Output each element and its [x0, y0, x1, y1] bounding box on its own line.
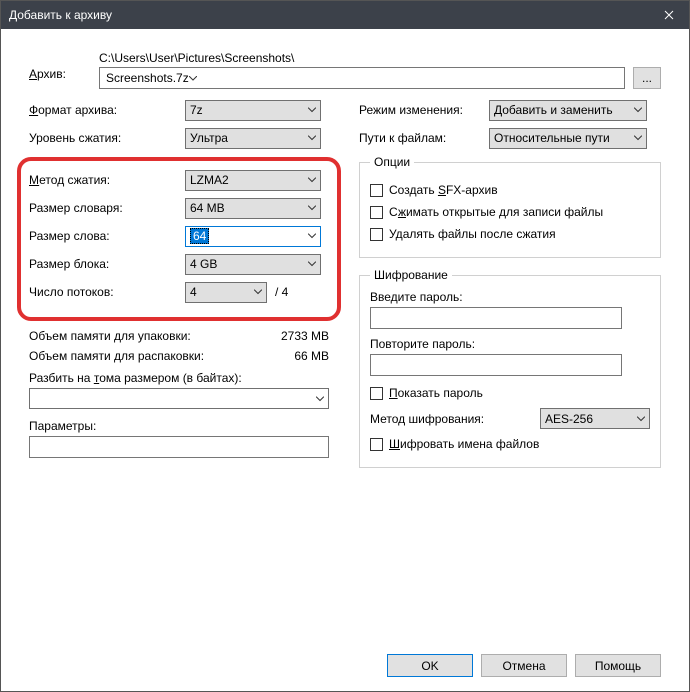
- enc-method-label: Метод шифрования:: [370, 412, 530, 426]
- help-button[interactable]: Помощь: [575, 654, 661, 677]
- left-column: Формат архива: 7z Уровень сжатия: Ультра: [29, 99, 329, 478]
- mem-unpack-value: 66 MB: [294, 349, 329, 363]
- archive-filename: Screenshots.7z: [106, 71, 189, 85]
- level-label: Уровень сжатия:: [29, 131, 185, 145]
- mode-label: Режим изменения:: [359, 103, 489, 117]
- chevron-down-icon: [634, 108, 642, 113]
- encrypt-names-checkbox[interactable]: [370, 438, 383, 451]
- format-label: Формат архива:: [29, 103, 185, 117]
- options-legend: Опции: [370, 155, 414, 169]
- chevron-down-icon: [308, 234, 316, 239]
- encryption-legend: Шифрование: [370, 268, 452, 282]
- dialog-window: Добавить к архиву Архив: C:\Users\User\P…: [0, 0, 690, 692]
- pw2-label: Повторите пароль:: [370, 337, 650, 351]
- options-fieldset: Опции Создать SFX-архив Сжимать открытые…: [359, 155, 661, 258]
- dialog-content: Архив: C:\Users\User\Pictures\Screenshot…: [1, 29, 689, 691]
- format-combo[interactable]: 7z: [185, 100, 321, 121]
- params-input[interactable]: [29, 436, 329, 458]
- mem-pack-value: 2733 MB: [281, 329, 329, 343]
- method-label: Метод сжатия:: [29, 173, 185, 187]
- chevron-down-icon: [189, 76, 197, 81]
- chevron-down-icon: [316, 396, 324, 401]
- chevron-down-icon: [308, 262, 316, 267]
- password-confirm-input[interactable]: [370, 354, 622, 376]
- block-label: Размер блока:: [29, 257, 185, 271]
- archive-filename-combo[interactable]: Screenshots.7z: [99, 67, 625, 89]
- chevron-down-icon: [634, 136, 642, 141]
- chevron-down-icon: [308, 206, 316, 211]
- browse-button[interactable]: ...: [633, 67, 661, 89]
- level-combo[interactable]: Ультра: [185, 128, 321, 149]
- close-icon: [664, 10, 674, 20]
- word-combo[interactable]: 64: [185, 226, 321, 247]
- threads-combo[interactable]: 4: [185, 282, 267, 303]
- password-input[interactable]: [370, 307, 622, 329]
- ok-button[interactable]: OK: [387, 654, 473, 677]
- enc-method-combo[interactable]: AES-256: [540, 408, 650, 429]
- chevron-down-icon: [254, 290, 262, 295]
- paths-combo[interactable]: Относительные пути: [489, 128, 647, 149]
- mode-combo[interactable]: Добавить и заменить: [489, 100, 647, 121]
- archive-label: Архив:: [29, 51, 91, 81]
- highlight-box: Метод сжатия: LZMA2 Размер словаря: 64 M…: [17, 157, 341, 321]
- encryption-fieldset: Шифрование Введите пароль: Повторите пар…: [359, 268, 661, 468]
- dict-label: Размер словаря:: [29, 201, 185, 215]
- chevron-down-icon: [308, 108, 316, 113]
- delete-checkbox[interactable]: [370, 228, 383, 241]
- close-button[interactable]: [649, 1, 689, 29]
- split-label: Разбить на тома размером (в байтах):: [29, 371, 329, 385]
- paths-label: Пути к файлам:: [359, 131, 489, 145]
- word-label: Размер слова:: [29, 229, 185, 243]
- dict-combo[interactable]: 64 MB: [185, 198, 321, 219]
- sfx-label: Создать SFX-архив: [389, 183, 498, 197]
- method-combo[interactable]: LZMA2: [185, 170, 321, 191]
- archive-path: C:\Users\User\Pictures\Screenshots\: [99, 51, 625, 65]
- delete-label: Удалять файлы после сжатия: [389, 227, 556, 241]
- titlebar: Добавить к архиву: [1, 1, 689, 29]
- pw-label: Введите пароль:: [370, 290, 650, 304]
- button-bar: OK Отмена Помощь: [387, 654, 661, 677]
- sfx-checkbox[interactable]: [370, 184, 383, 197]
- right-column: Режим изменения: Добавить и заменить Пут…: [359, 99, 661, 478]
- threads-label: Число потоков:: [29, 285, 185, 299]
- cancel-button[interactable]: Отмена: [481, 654, 567, 677]
- chevron-down-icon: [308, 178, 316, 183]
- mem-unpack-label: Объем памяти для распаковки:: [29, 349, 204, 363]
- shared-checkbox[interactable]: [370, 206, 383, 219]
- dialog-title: Добавить к архиву: [9, 8, 649, 22]
- shared-label: Сжимать открытые для записи файлы: [389, 205, 603, 219]
- threads-max: / 4: [275, 285, 288, 299]
- chevron-down-icon: [637, 416, 645, 421]
- split-combo[interactable]: [29, 388, 329, 409]
- params-label: Параметры:: [29, 419, 329, 433]
- chevron-down-icon: [308, 136, 316, 141]
- show-password-label: Показать пароль: [389, 386, 483, 400]
- encrypt-names-label: Шифровать имена файлов: [389, 437, 539, 451]
- show-password-checkbox[interactable]: [370, 387, 383, 400]
- mem-pack-label: Объем памяти для упаковки:: [29, 329, 191, 343]
- block-combo[interactable]: 4 GB: [185, 254, 321, 275]
